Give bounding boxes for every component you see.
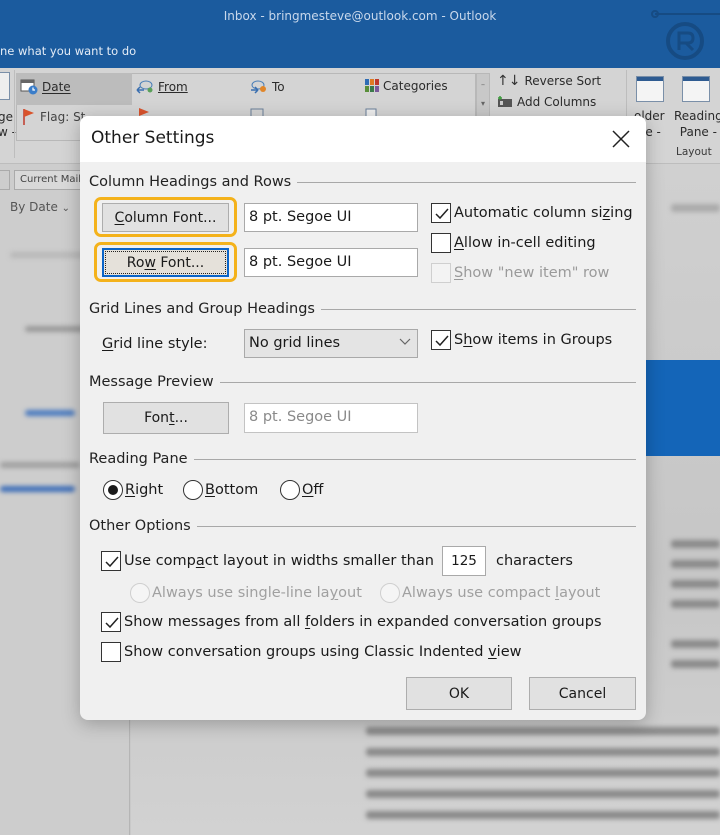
preview-font-button[interactable]: Font... (103, 402, 229, 434)
column-font-value: 8 pt. Segoe UI (244, 203, 418, 232)
layout-group-label: Layout (676, 146, 712, 158)
checkbox-box (431, 263, 451, 283)
section-column-headings: Column Headings and Rows (89, 174, 636, 190)
arrange-from-label: From (158, 80, 188, 94)
radio-circle (130, 583, 150, 603)
preview-font-value: 8 pt. Segoe UI (244, 403, 418, 433)
chevron-down-icon (399, 338, 411, 345)
arrange-date-label: Date (42, 80, 71, 94)
dialog-header: Other Settings (80, 116, 646, 162)
categories-icon (365, 79, 379, 92)
reverse-sort-icon: ↑↓ (497, 73, 521, 89)
reading-pane-bottom-radio[interactable]: Bottom (183, 480, 258, 500)
arrange-categories[interactable]: Categories (365, 79, 448, 93)
radio-circle (380, 583, 400, 603)
checkmark-icon (435, 335, 449, 347)
change-view-icon (0, 72, 10, 100)
checkbox-box (431, 330, 451, 350)
blurred-banner (645, 360, 720, 456)
show-new-item-row-checkbox: Show "new item" row (431, 263, 609, 283)
account-logo-icon (651, 10, 720, 60)
checkbox-box (101, 612, 121, 632)
dialog-title: Other Settings (91, 128, 215, 148)
search-scope-edge (0, 170, 10, 190)
size-icon-partial (250, 108, 264, 116)
grid-line-style-value: No grid lines (249, 335, 341, 351)
section-reading-pane: Reading Pane (89, 451, 636, 467)
arrange-flag[interactable]: Flag: St (22, 108, 85, 126)
section-label: Grid Lines and Group Headings (89, 301, 315, 317)
reading-pane-icon (682, 76, 710, 102)
from-person-icon (136, 80, 153, 94)
arrange-flag-label: Flag: St (40, 110, 86, 124)
automatic-column-sizing-checkbox[interactable]: Automatic column sizing (431, 203, 633, 223)
section-label: Other Options (89, 518, 191, 534)
add-columns-icon (498, 96, 512, 107)
show-all-folders-checkbox[interactable]: Show messages from all folders in expand… (101, 612, 602, 632)
section-other-options: Other Options (89, 518, 636, 534)
reading-pane-label-1: Reading (674, 109, 720, 123)
checkmark-icon (435, 208, 449, 220)
arrange-date[interactable]: Date (20, 79, 71, 95)
checkbox-box (101, 551, 121, 571)
single-line-layout-radio: Always use single-line layout (130, 583, 362, 603)
sort-label: By Date (10, 200, 58, 214)
calendar-clock-icon (20, 79, 38, 95)
flag-icon (23, 109, 34, 125)
checkmark-icon (105, 556, 119, 568)
section-label: Message Preview (89, 374, 214, 390)
radio-circle (280, 480, 300, 500)
column-font-button[interactable]: Column Font... (102, 203, 229, 232)
tell-me-search[interactable]: ne what you want to do (0, 44, 136, 58)
checkbox-box (431, 203, 451, 223)
compact-width-input[interactable]: 125 (442, 546, 486, 576)
folder-pane-icon (636, 76, 664, 102)
reading-pane-label-2: Pane - (679, 125, 717, 139)
add-columns-button[interactable]: Add Columns (497, 95, 596, 109)
type-icon-partial (365, 108, 377, 116)
title-bar: Inbox - bringmesteve@outlook.com - Outlo… (0, 0, 720, 68)
classic-indented-checkbox[interactable]: Show conversation groups using Classic I… (101, 642, 521, 662)
chevron-down-icon: ⌄ (61, 203, 71, 214)
reverse-sort-label: Reverse Sort (524, 74, 602, 88)
window-title: Inbox - bringmesteve@outlook.com - Outlo… (223, 9, 497, 23)
radio-circle (183, 480, 203, 500)
arrange-from[interactable]: From (136, 79, 188, 95)
reading-pane-off-radio[interactable]: Off (280, 480, 323, 500)
other-settings-dialog: Other Settings Column Headings and Rows … (80, 116, 646, 720)
section-message-preview: Message Preview (89, 374, 636, 390)
reading-pane-right-radio[interactable]: Right (103, 480, 163, 500)
dialog-body: Column Headings and Rows Column Font... … (80, 162, 646, 720)
ok-button[interactable]: OK (406, 677, 512, 710)
checkbox-box (431, 233, 451, 253)
section-label: Column Headings and Rows (89, 174, 292, 190)
add-columns-label: Add Columns (517, 95, 597, 109)
reading-pane-button[interactable]: Reading Pane - (674, 108, 720, 140)
checkbox-box (101, 642, 121, 662)
to-person-icon (251, 80, 266, 94)
arrange-to[interactable]: To (250, 79, 285, 95)
grid-line-style-label: Grid line style: (102, 336, 208, 352)
checkmark-icon (105, 617, 119, 629)
compact-layout-radio: Always use compact layout (380, 583, 600, 603)
sort-by-date[interactable]: By Date ⌄ (10, 200, 70, 214)
section-grid-lines: Grid Lines and Group Headings (89, 301, 636, 317)
allow-in-cell-editing-checkbox[interactable]: Allow in-cell editing (431, 233, 596, 253)
close-icon[interactable] (608, 126, 634, 152)
grid-line-style-dropdown[interactable]: No grid lines (244, 329, 418, 358)
radio-circle (103, 480, 123, 500)
arrange-categories-label: Categories (383, 79, 448, 93)
reverse-sort-button[interactable]: ↑↓ Reverse Sort (497, 73, 601, 89)
compact-layout-checkbox[interactable]: Use compact layout in widths smaller tha… (101, 551, 434, 571)
cancel-button[interactable]: Cancel (529, 677, 636, 710)
arrange-to-label: To (272, 80, 285, 94)
show-items-in-groups-checkbox[interactable]: Show items in Groups (431, 330, 612, 350)
row-font-value: 8 pt. Segoe UI (244, 248, 418, 277)
row-font-button[interactable]: Row Font... (102, 248, 229, 277)
characters-label: characters (496, 553, 573, 569)
section-label: Reading Pane (89, 451, 188, 467)
